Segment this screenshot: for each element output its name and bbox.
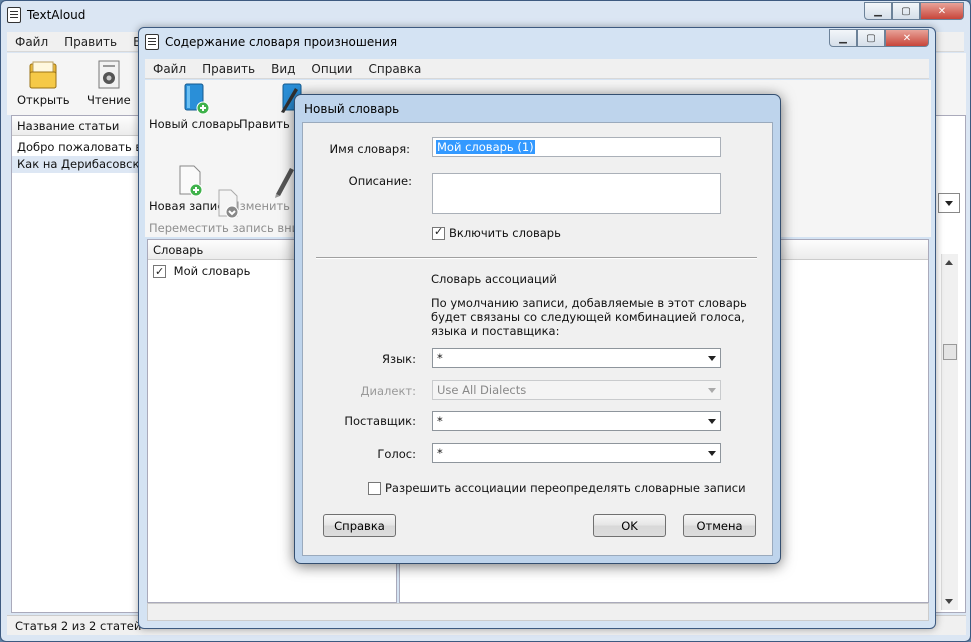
- dictionary-name: Мой словарь: [173, 264, 251, 278]
- assoc-description-line3: языка и поставщика:: [431, 324, 560, 338]
- name-input-value: Мой словарь (1): [436, 140, 535, 154]
- override-label: Разрешить ассоциации переопределять слов…: [385, 481, 746, 495]
- minimize-button[interactable]: ▁: [864, 2, 892, 20]
- voice-value: *: [437, 446, 443, 460]
- dict-minimize-button[interactable]: ▁: [829, 29, 857, 47]
- read-label: Чтение: [87, 93, 131, 107]
- language-select[interactable]: *: [432, 348, 721, 368]
- scroll-up-icon[interactable]: [945, 260, 953, 265]
- help-button[interactable]: Справка: [323, 514, 396, 537]
- dialect-dropdown-icon: [708, 388, 716, 393]
- dict-maximize-button[interactable]: ▢: [857, 29, 885, 47]
- provider-dropdown-icon: [708, 419, 716, 424]
- move-entry-down-button[interactable]: Переместить запись вниз: [149, 188, 305, 235]
- language-label: Язык:: [381, 352, 416, 366]
- assoc-description-line1: По умолчанию записи, добавляемые в этот …: [431, 296, 747, 310]
- dict-menu-view[interactable]: Вид: [263, 62, 303, 76]
- status-text: Статья 2 из 2 статей: [15, 619, 142, 633]
- close-button[interactable]: ✕: [920, 2, 964, 20]
- dictionary-app-icon: [145, 34, 159, 50]
- dictionary-window-title: Содержание словаря произношения: [165, 35, 398, 49]
- dialog-titlebar[interactable]: Новый словарь: [295, 95, 780, 122]
- scroll-down-icon[interactable]: [945, 599, 953, 604]
- description-label: Описание:: [348, 174, 412, 188]
- dialog-separator: [316, 257, 757, 259]
- dropdown-fragment[interactable]: [938, 193, 960, 213]
- dictionary-bottom-bar: [147, 603, 929, 621]
- override-checkbox-box[interactable]: [368, 482, 381, 495]
- new-dictionary-label: Новый словарь: [149, 117, 241, 131]
- dialect-value: Use All Dialects: [437, 383, 527, 397]
- voice-dropdown-icon: [708, 451, 716, 456]
- description-input[interactable]: [432, 173, 721, 214]
- dict-menu-help[interactable]: Справка: [360, 62, 429, 76]
- dialect-label: Диалект:: [360, 384, 416, 398]
- provider-select[interactable]: *: [432, 411, 721, 431]
- voice-select[interactable]: *: [432, 443, 721, 463]
- move-entry-down-label: Переместить запись вниз: [149, 221, 306, 235]
- scroll-thumb[interactable]: [943, 344, 957, 360]
- move-down-icon: [218, 189, 239, 219]
- open-button[interactable]: Открыть: [17, 59, 70, 107]
- article-list-header[interactable]: Название статьи: [12, 116, 141, 136]
- new-dictionary-button[interactable]: Новый словарь: [149, 82, 240, 131]
- assoc-description-line2: будет связаны со следующей комбинацией г…: [431, 310, 745, 324]
- dict-menu-edit[interactable]: Править: [194, 62, 263, 76]
- main-titlebar[interactable]: TextAloud ▁ ▢ ✕: [1, 1, 970, 29]
- article-row[interactable]: Добро пожаловать в TextAloud: [12, 139, 141, 156]
- menu-file[interactable]: Файл: [7, 35, 56, 49]
- ok-button[interactable]: OK: [593, 514, 666, 537]
- enable-checkbox-box[interactable]: [432, 225, 445, 240]
- article-row[interactable]: Как на Дерибасовской улице: [12, 156, 141, 173]
- dictionary-menubar: Файл Править Вид Опции Справка: [145, 59, 929, 79]
- dialog-title: Новый словарь: [304, 101, 400, 116]
- maximize-button[interactable]: ▢: [892, 2, 920, 20]
- dict-menu-file[interactable]: Файл: [145, 62, 194, 76]
- article-list: Название статьи Добро пожаловать в TextA…: [11, 115, 141, 613]
- enable-dictionary-checkbox[interactable]: Включить словарь: [432, 225, 561, 240]
- name-input[interactable]: Мой словарь (1): [432, 137, 721, 157]
- main-window-title: TextAloud: [27, 8, 86, 22]
- dialect-select[interactable]: Use All Dialects: [432, 380, 721, 400]
- provider-value: *: [437, 414, 443, 428]
- name-label: Имя словаря:: [329, 142, 410, 156]
- dialog-body: Имя словаря: Мой словарь (1) Описание: В…: [302, 122, 773, 556]
- dictionary-checkbox[interactable]: [153, 263, 166, 280]
- main-right-panel: [931, 115, 966, 613]
- override-checkbox[interactable]: Разрешить ассоциации переопределять слов…: [368, 481, 746, 495]
- provider-label: Поставщик:: [344, 414, 416, 428]
- dict-close-button[interactable]: ✕: [885, 29, 929, 47]
- voice-label: Голос:: [377, 447, 416, 461]
- enable-label: Включить словарь: [449, 226, 561, 240]
- new-dictionary-dialog: Новый словарь Имя словаря: Мой словарь (…: [294, 94, 781, 564]
- assoc-heading: Словарь ассоциаций: [431, 272, 557, 286]
- open-label: Открыть: [17, 93, 70, 107]
- dict-menu-options[interactable]: Опции: [303, 62, 360, 76]
- dictionary-titlebar[interactable]: Содержание словаря произношения ▁ ▢ ✕: [139, 28, 935, 56]
- new-book-icon: [184, 83, 210, 115]
- main-scrollbar[interactable]: [941, 254, 958, 610]
- speaker-document-icon: [98, 60, 120, 89]
- language-dropdown-icon: [708, 356, 716, 361]
- menu-edit[interactable]: Править: [56, 35, 125, 49]
- read-button[interactable]: Чтение: [87, 59, 131, 107]
- app-icon: [7, 7, 21, 23]
- language-value: *: [437, 351, 443, 365]
- folder-icon: [29, 61, 57, 89]
- cancel-button[interactable]: Отмена: [683, 514, 756, 537]
